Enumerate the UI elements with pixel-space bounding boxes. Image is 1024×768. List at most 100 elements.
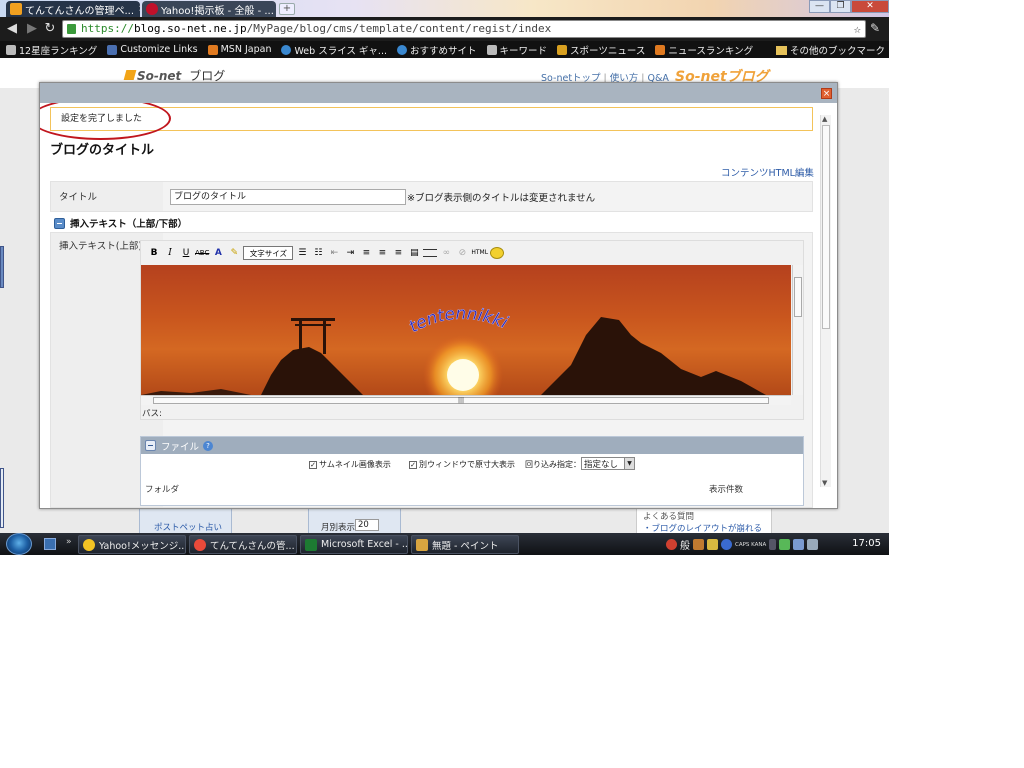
- task-yahoo-messenger[interactable]: Yahoo!メッセンジ...: [78, 535, 186, 554]
- task-excel[interactable]: Microsoft Excel - ...: [300, 535, 408, 554]
- ime-dict-icon[interactable]: [707, 539, 718, 550]
- task-paint[interactable]: 無題 - ペイント: [411, 535, 519, 554]
- tab-yahoo-board[interactable]: Yahoo!掲示板 - 全般 - ... ×: [142, 1, 276, 17]
- bookmark-item[interactable]: おすすめサイト: [397, 43, 477, 57]
- left-rock-silhouette: [261, 347, 363, 395]
- file-panel-header[interactable]: ファイル ?: [141, 437, 803, 454]
- numbered-list-icon[interactable]: ☷: [311, 246, 325, 260]
- indent-icon[interactable]: ⇥: [343, 246, 357, 260]
- help-icon[interactable]: ?: [203, 440, 214, 451]
- editor-vertical-scrollbar[interactable]: [792, 265, 803, 395]
- collapse-icon[interactable]: [145, 440, 156, 451]
- side-tab[interactable]: [0, 246, 4, 288]
- monthly-select[interactable]: 20: [355, 519, 379, 531]
- network-icon[interactable]: [793, 539, 805, 550]
- page-icon: [6, 44, 16, 55]
- editor-toolbar: B I U ABC A ✎ 文字サイズ ☰ ☷ ⇤ ⇥ ≡ ≡ ≡ ▤ ∞ ⊘ …: [147, 244, 506, 262]
- bookmark-item[interactable]: MSN Japan: [207, 44, 271, 55]
- msn-icon: [655, 44, 666, 55]
- font-color-button[interactable]: A: [211, 246, 225, 260]
- bookmark-item[interactable]: 12星座ランキング: [6, 43, 97, 57]
- scroll-up-icon[interactable]: ▲: [822, 115, 827, 123]
- clock[interactable]: 17:05: [852, 538, 881, 549]
- back-arrow-icon[interactable]: ◀: [4, 21, 20, 37]
- other-bookmarks[interactable]: その他のブックマーク: [775, 43, 885, 57]
- forward-arrow-icon[interactable]: ▶: [24, 21, 40, 37]
- ime-label[interactable]: 般: [680, 537, 690, 552]
- strikethrough-button[interactable]: ABC: [195, 246, 209, 260]
- link-icon[interactable]: ∞: [439, 246, 453, 260]
- reload-icon[interactable]: ↻: [42, 21, 58, 37]
- scroll-thumb[interactable]: [822, 125, 830, 329]
- ime-tool-icon[interactable]: [693, 539, 704, 550]
- modal-close-button[interactable]: ×: [821, 88, 832, 99]
- task-label: Yahoo!メッセンジ...: [99, 540, 186, 552]
- close-window-button[interactable]: ✕: [851, 0, 889, 13]
- editor-content-image[interactable]: tentennikki: [141, 265, 791, 395]
- tab-close-icon[interactable]: ×: [134, 4, 140, 14]
- font-size-select[interactable]: 文字サイズ: [243, 246, 294, 260]
- bookmark-label: Customize Links: [120, 44, 198, 55]
- collapse-icon[interactable]: [54, 217, 65, 229]
- insert-section-header[interactable]: 挿入テキスト（上部/下部）: [54, 216, 187, 230]
- chevron-left-icon[interactable]: [769, 539, 777, 550]
- underline-button[interactable]: U: [179, 246, 193, 260]
- ie-icon: [281, 44, 292, 55]
- side-tab[interactable]: [0, 468, 4, 528]
- new-tab-button[interactable]: +: [279, 3, 295, 15]
- bullet-list-icon[interactable]: ☰: [295, 246, 309, 260]
- widget-label: 月別表示: [321, 523, 356, 533]
- emoji-icon[interactable]: [490, 247, 505, 259]
- align-right-icon[interactable]: ≡: [391, 246, 405, 260]
- tab-close-icon[interactable]: ×: [274, 4, 276, 14]
- address-bar[interactable]: https://blog.so-net.ne.jp/MyPage/blog/cm…: [62, 20, 866, 38]
- ime-mode-icon[interactable]: [666, 539, 677, 550]
- title-input[interactable]: ブログのタイトル: [170, 189, 406, 205]
- bookmark-item[interactable]: Customize Links: [107, 44, 198, 55]
- msn-icon: [207, 44, 218, 55]
- align-left-icon[interactable]: ≡: [359, 246, 373, 260]
- paint-icon: [416, 538, 428, 551]
- thumbnail-checkbox[interactable]: ✓: [309, 460, 317, 469]
- thumbnail-option[interactable]: ✓ サムネイル画像表示: [309, 459, 391, 470]
- wrap-value: 指定なし: [584, 460, 619, 470]
- wrench-icon[interactable]: ✎: [870, 21, 880, 35]
- newwindow-checkbox[interactable]: ✓: [409, 460, 417, 469]
- outdent-icon[interactable]: ⇤: [327, 246, 341, 260]
- scroll-down-icon[interactable]: ▼: [822, 479, 827, 487]
- tab-blog-admin[interactable]: てんてんさんの管理ペ... ×: [6, 1, 140, 17]
- scroll-thumb[interactable]: [794, 277, 802, 317]
- align-center-icon[interactable]: ≡: [375, 246, 389, 260]
- html-mode-button[interactable]: HTML: [471, 246, 488, 260]
- modal-scrollbar[interactable]: ▲ ▼: [820, 115, 831, 487]
- bookmark-item[interactable]: スポーツニュース: [557, 43, 645, 57]
- bookmark-star-icon[interactable]: ☆: [854, 21, 861, 37]
- bookmark-item[interactable]: Web スライス ギャ...: [281, 43, 387, 57]
- restore-button[interactable]: ❐: [830, 0, 851, 13]
- start-button[interactable]: [6, 533, 32, 555]
- scroll-thumb[interactable]: |||: [153, 397, 769, 404]
- horizontal-rule-icon[interactable]: [423, 249, 438, 257]
- newwindow-option[interactable]: ✓ 別ウィンドウで原寸大表示: [409, 459, 515, 470]
- unlink-icon[interactable]: ⊘: [455, 246, 469, 260]
- monthly-widget: 月別表示 20: [308, 507, 401, 535]
- bold-button[interactable]: B: [147, 246, 161, 260]
- quicklaunch-more[interactable]: »: [66, 537, 72, 547]
- highlight-icon[interactable]: ✎: [227, 246, 241, 260]
- italic-button[interactable]: I: [163, 246, 177, 260]
- minimize-button[interactable]: —: [809, 0, 830, 13]
- bookmark-item[interactable]: キーワード: [486, 43, 547, 57]
- network-signal-icon[interactable]: [779, 539, 791, 550]
- lock-icon: [67, 24, 76, 34]
- volume-icon[interactable]: [807, 539, 819, 550]
- justify-icon[interactable]: ▤: [407, 246, 421, 260]
- editor-horizontal-scrollbar[interactable]: |||: [141, 395, 791, 405]
- task-chrome[interactable]: てんてんさんの管...: [189, 535, 297, 554]
- html-edit-link[interactable]: コンテンツHTML編集: [721, 165, 814, 179]
- widget-label[interactable]: ポストペット占い: [154, 521, 222, 533]
- help-icon[interactable]: [721, 539, 732, 550]
- bookmark-item[interactable]: ニュースランキング: [655, 43, 753, 57]
- settings-modal: × 設定を完了しました ブログのタイトル コンテンツHTML編集 タイトル ブロ…: [39, 82, 838, 509]
- show-desktop-icon[interactable]: [44, 538, 56, 550]
- wrap-select[interactable]: 指定なし ▼: [581, 457, 635, 470]
